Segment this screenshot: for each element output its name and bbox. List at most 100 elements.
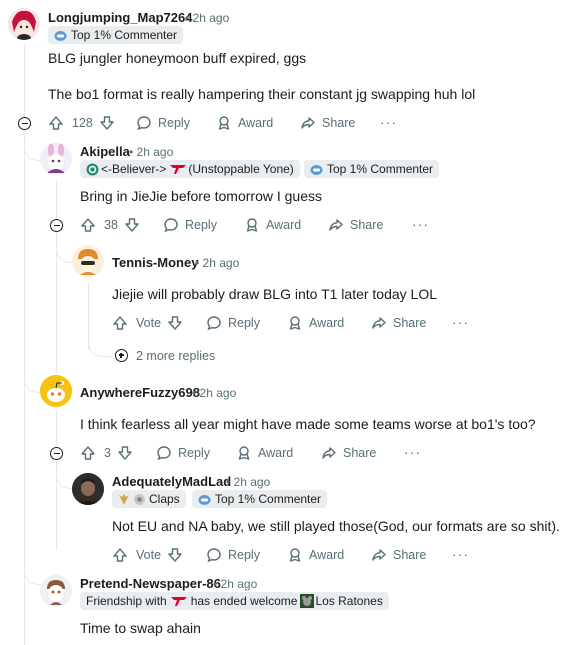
award-label: Award: [309, 316, 345, 330]
comment-bubble-icon: [207, 316, 221, 331]
comment-timestamp: • 2h ago: [129, 145, 174, 159]
more-options-button[interactable]: ···: [452, 314, 469, 330]
share-button[interactable]: Share: [321, 445, 376, 461]
award-button[interactable]: Award: [287, 547, 344, 563]
comment-body: I think fearless all year might have mad…: [80, 416, 536, 432]
thread-branch: [88, 332, 111, 357]
reply-button[interactable]: Reply: [156, 445, 210, 461]
more-options-button[interactable]: ···: [412, 216, 429, 232]
more-options-button[interactable]: ···: [380, 114, 397, 130]
team-logo-icon: [170, 165, 187, 174]
comment-bubble-icon: [137, 116, 151, 131]
flair-text: Friendship with: [86, 594, 167, 608]
expand-replies-icon[interactable]: [115, 349, 128, 362]
upvote-icon[interactable]: [80, 445, 96, 461]
reply-button[interactable]: Reply: [136, 115, 190, 131]
downvote-icon[interactable]: [167, 547, 183, 563]
avatar[interactable]: [40, 375, 72, 407]
upvote-icon[interactable]: [80, 217, 96, 233]
comment-body: Time to swap ahain: [80, 620, 201, 636]
award-label: Award: [266, 218, 302, 232]
award-label: Award: [258, 446, 294, 460]
award-button[interactable]: Award: [244, 217, 301, 233]
thread-line-akipella: [56, 180, 57, 373]
reply-button[interactable]: Reply: [163, 217, 217, 233]
share-icon: [322, 447, 336, 459]
flair-text: <-Believer->: [101, 162, 167, 176]
award-button[interactable]: Award: [216, 115, 273, 131]
comment-author[interactable]: Longjumping_Map7264: [48, 10, 192, 25]
flair-text: Los Ratones: [315, 594, 383, 608]
comment-author[interactable]: Pretend-Newspaper-86: [80, 576, 221, 591]
comment-body: BLG jungler honeymoon buff expired, ggs: [48, 50, 307, 66]
more-options-button[interactable]: ···: [452, 546, 469, 562]
flair-text: has ended welcome: [190, 594, 298, 608]
user-flair: Top 1% Commenter: [192, 490, 328, 508]
award-icon: [246, 218, 258, 232]
upvote-icon[interactable]: [112, 547, 128, 563]
avatar[interactable]: [40, 575, 72, 607]
top-commenter-icon: [310, 164, 323, 175]
user-flair: Claps: [112, 490, 186, 508]
more-options-button[interactable]: ···: [404, 444, 421, 460]
share-button[interactable]: Share: [328, 217, 383, 233]
award-label: Award: [309, 548, 345, 562]
more-replies-link[interactable]: 2 more replies: [136, 349, 215, 363]
upvote-icon[interactable]: [48, 115, 64, 131]
reply-label: Reply: [228, 316, 260, 330]
thread-branch: [24, 134, 41, 161]
downvote-icon[interactable]: [167, 315, 183, 331]
collapse-thread-button[interactable]: [18, 117, 31, 130]
comment-timestamp: • 2h ago: [213, 577, 258, 591]
upvote-icon[interactable]: [112, 315, 128, 331]
comment-timestamp: • 2h ago: [192, 386, 237, 400]
award-button[interactable]: Award: [236, 445, 293, 461]
collapse-thread-button[interactable]: [50, 447, 63, 460]
comment-bubble-icon: [207, 548, 221, 563]
vote-control[interactable]: Vote: [112, 547, 183, 563]
reply-button[interactable]: Reply: [206, 315, 260, 331]
share-button[interactable]: Share: [371, 315, 426, 331]
comment-body: Not EU and NA baby, we still played thos…: [112, 518, 560, 534]
vote-count: 3: [104, 446, 111, 460]
downvote-icon[interactable]: [117, 445, 133, 461]
vote-control[interactable]: 38: [80, 217, 140, 233]
share-button[interactable]: Share: [371, 547, 426, 563]
collapse-thread-button[interactable]: [50, 219, 63, 232]
avatar-snoo-icon: [40, 575, 72, 607]
vote-control[interactable]: 3: [80, 445, 133, 461]
award-icon: [289, 316, 301, 330]
avatar[interactable]: [72, 245, 104, 277]
avatar-snoo-icon: [72, 245, 104, 277]
avatar-bunny-icon: [40, 143, 72, 175]
share-icon: [372, 317, 386, 329]
award-button[interactable]: Award: [287, 315, 344, 331]
avatar[interactable]: [8, 8, 40, 40]
comment-bubble-icon: [157, 446, 171, 461]
comment-author[interactable]: AdequatelyMadLad: [112, 474, 231, 489]
downvote-icon[interactable]: [124, 217, 140, 233]
avatar[interactable]: [72, 473, 104, 505]
share-button[interactable]: Share: [300, 115, 355, 131]
comment-body: The bo1 format is really hampering their…: [48, 86, 476, 102]
comment-body: Jiejie will probably draw BLG into T1 la…: [112, 286, 438, 302]
share-label: Share: [393, 548, 427, 562]
comment-timestamp: • 2h ago: [195, 256, 240, 270]
reply-label: Reply: [185, 218, 217, 232]
top-commenter-icon: [198, 494, 211, 505]
comment-author[interactable]: Tennis-Money: [112, 255, 198, 270]
downvote-icon[interactable]: [99, 115, 115, 131]
comment-body: Bring in JieJie before tomorrow I guess: [80, 188, 322, 204]
award-label: Award: [238, 116, 274, 130]
avatar[interactable]: [40, 143, 72, 175]
share-label: Share: [322, 116, 356, 130]
vote-control[interactable]: 128: [48, 115, 115, 131]
reply-button[interactable]: Reply: [206, 547, 260, 563]
flair-label: Top 1% Commenter: [327, 162, 434, 176]
comment-timestamp: • 2h ago: [185, 11, 230, 25]
comment-author[interactable]: AnywhereFuzzy698: [80, 385, 200, 400]
vote-control[interactable]: Vote: [112, 315, 183, 331]
award-icon: [218, 116, 230, 130]
vote-count: 128: [72, 116, 93, 130]
comment-author[interactable]: Akipella: [80, 144, 130, 159]
